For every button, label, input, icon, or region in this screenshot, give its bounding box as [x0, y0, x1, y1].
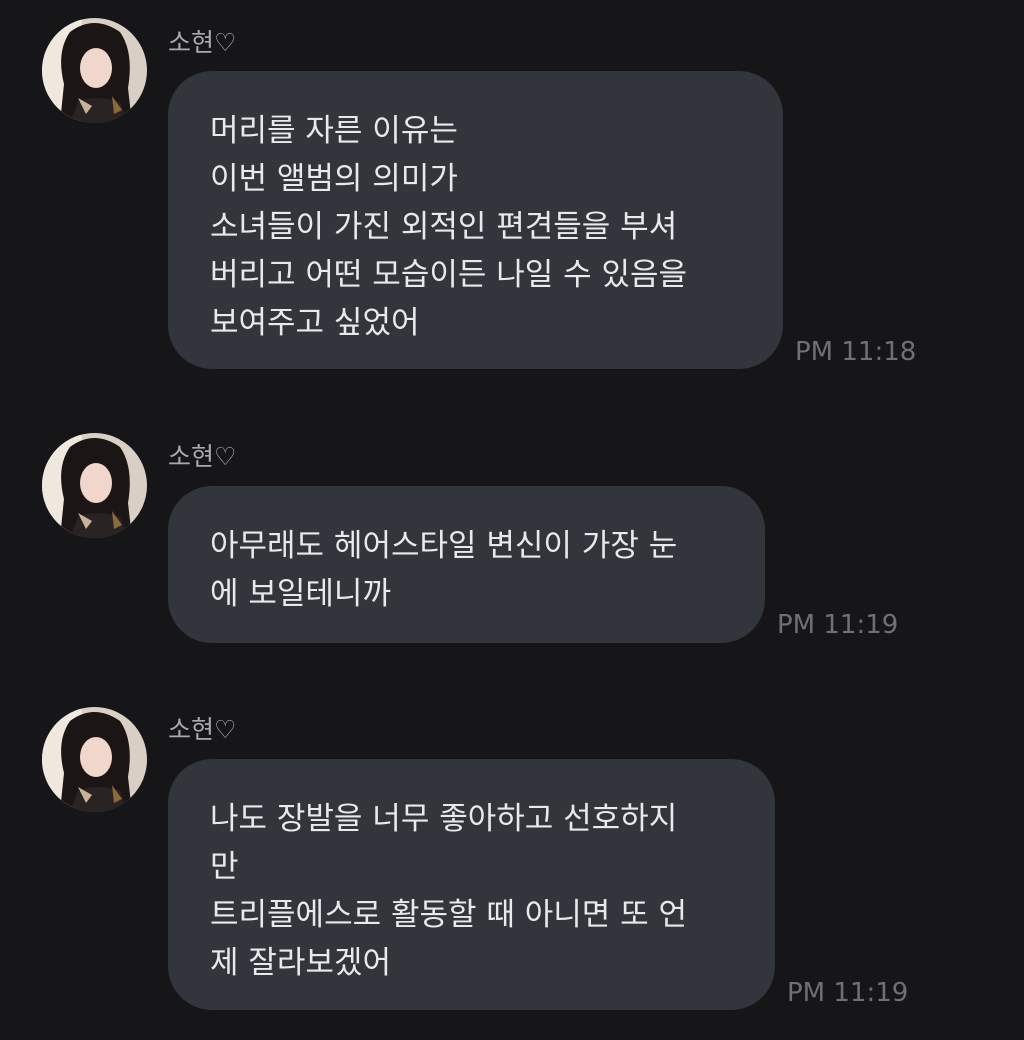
message-line: 트리플에스로 활동할 때 아니면 또 언 [210, 897, 688, 933]
avatar[interactable] [42, 707, 147, 812]
message-line: 제 잘라보겠어 [210, 945, 391, 981]
message-3: 소현♡ 나도 장발을 너무 좋아하고 선호하지 만 트리플에스로 활동할 때 아… [0, 0, 1024, 1040]
timestamp: PM 11:19 [787, 978, 909, 1008]
message-line: 만 [210, 849, 239, 885]
message-line: 나도 장발을 너무 좋아하고 선호하지 [210, 801, 678, 837]
message-bubble[interactable]: 나도 장발을 너무 좋아하고 선호하지 만 트리플에스로 활동할 때 아니면 또… [168, 759, 775, 1010]
sender-name: 소현♡ [168, 715, 237, 744]
